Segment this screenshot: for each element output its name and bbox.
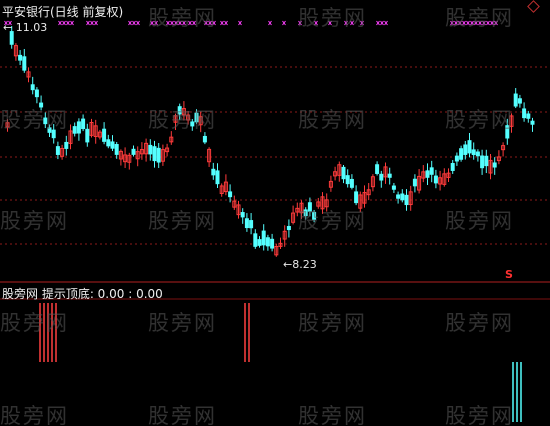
candle-body [261, 230, 266, 246]
candle-body [64, 141, 69, 149]
watermark: 股旁网 [445, 404, 514, 426]
candle-body [459, 148, 464, 160]
candle-body [375, 164, 380, 174]
candle-body [492, 162, 497, 168]
candle-body [156, 147, 161, 163]
low-price-label: ←8.23 [283, 258, 317, 271]
candle-body [102, 128, 107, 142]
candle-body [72, 126, 77, 134]
watermark: 股旁网 [445, 311, 514, 335]
candle-body [484, 155, 489, 167]
candle-body [349, 178, 354, 188]
candle-body [387, 173, 392, 178]
candle-body [433, 175, 438, 184]
chart-title: 平安银行(日线 前复权) [2, 5, 124, 19]
candle-body [404, 194, 409, 206]
candle-body [425, 170, 430, 178]
candle-body [391, 185, 396, 190]
watermark: 股旁网 [148, 108, 217, 132]
candle-body [265, 237, 270, 247]
watermark: 股旁网 [148, 6, 217, 30]
watermark: 股旁网 [148, 209, 217, 233]
candle-body [480, 155, 485, 169]
candle-body [429, 167, 434, 175]
watermark: 股旁网 [298, 209, 367, 233]
candle-body [240, 212, 245, 218]
watermark: 股旁网 [0, 404, 69, 426]
candle-body [475, 151, 480, 157]
candle-body [106, 139, 111, 147]
watermark: 股旁网 [0, 311, 69, 335]
candle-body [450, 163, 455, 171]
watermark: 股旁网 [298, 108, 367, 132]
candle-body [513, 93, 518, 107]
watermark: 股旁网 [445, 6, 514, 30]
candle-body [55, 146, 60, 155]
candle-body [345, 175, 350, 185]
candle-body [517, 98, 522, 104]
candle-body [81, 118, 86, 130]
candle-body [215, 170, 220, 185]
candle-body [463, 144, 468, 155]
watermark: 股旁网 [0, 108, 69, 132]
candle-body [131, 148, 136, 155]
candle-body [30, 84, 35, 91]
sell-signal-marker: S [505, 268, 513, 281]
candle-body [530, 120, 535, 125]
chart-window: 股旁网 股旁网 股旁网 股旁网 股旁网 股旁网 股旁网 股旁网 股旁网 股旁网 … [0, 0, 550, 426]
candle-body [85, 128, 90, 143]
watermark: 股旁网 [445, 108, 514, 132]
candle-body [110, 141, 115, 149]
watermark: 股旁网 [298, 6, 367, 30]
candle-body [244, 218, 249, 229]
candle-body [286, 226, 291, 231]
high-price-label: ← 11.03 [3, 21, 48, 34]
candle-body [76, 121, 81, 134]
candle-body [354, 191, 359, 204]
watermark: 股旁网 [298, 404, 367, 426]
candle-body [454, 155, 459, 162]
candle-body [270, 238, 275, 249]
candle-body [114, 144, 119, 155]
indicator-title: 股旁网 提示顶底: 0.00 : 0.00 [2, 287, 163, 301]
watermark: 股旁网 [445, 209, 514, 233]
watermark: 股旁网 [148, 404, 217, 426]
watermark: 股旁网 [148, 311, 217, 335]
candle-body [211, 168, 216, 176]
candle-body [202, 135, 207, 143]
candle-body [148, 144, 153, 155]
watermark: 股旁网 [298, 311, 367, 335]
candle-body [396, 194, 401, 199]
candle-body [228, 191, 233, 198]
candle-body [341, 166, 346, 180]
candle-body [522, 108, 527, 119]
candle-body [471, 149, 476, 156]
candle-body [412, 178, 417, 187]
candle-body [253, 233, 258, 247]
candle-body [152, 146, 157, 162]
candle-body [257, 239, 262, 246]
candle-body [379, 173, 384, 181]
candle-body [18, 54, 23, 61]
candle-body [526, 113, 531, 119]
candle-body [467, 140, 472, 154]
candle-body [249, 220, 254, 229]
candle-body [34, 89, 39, 98]
watermark: 股旁网 [0, 209, 69, 233]
candle-body [400, 193, 405, 201]
candle-body [22, 56, 27, 71]
